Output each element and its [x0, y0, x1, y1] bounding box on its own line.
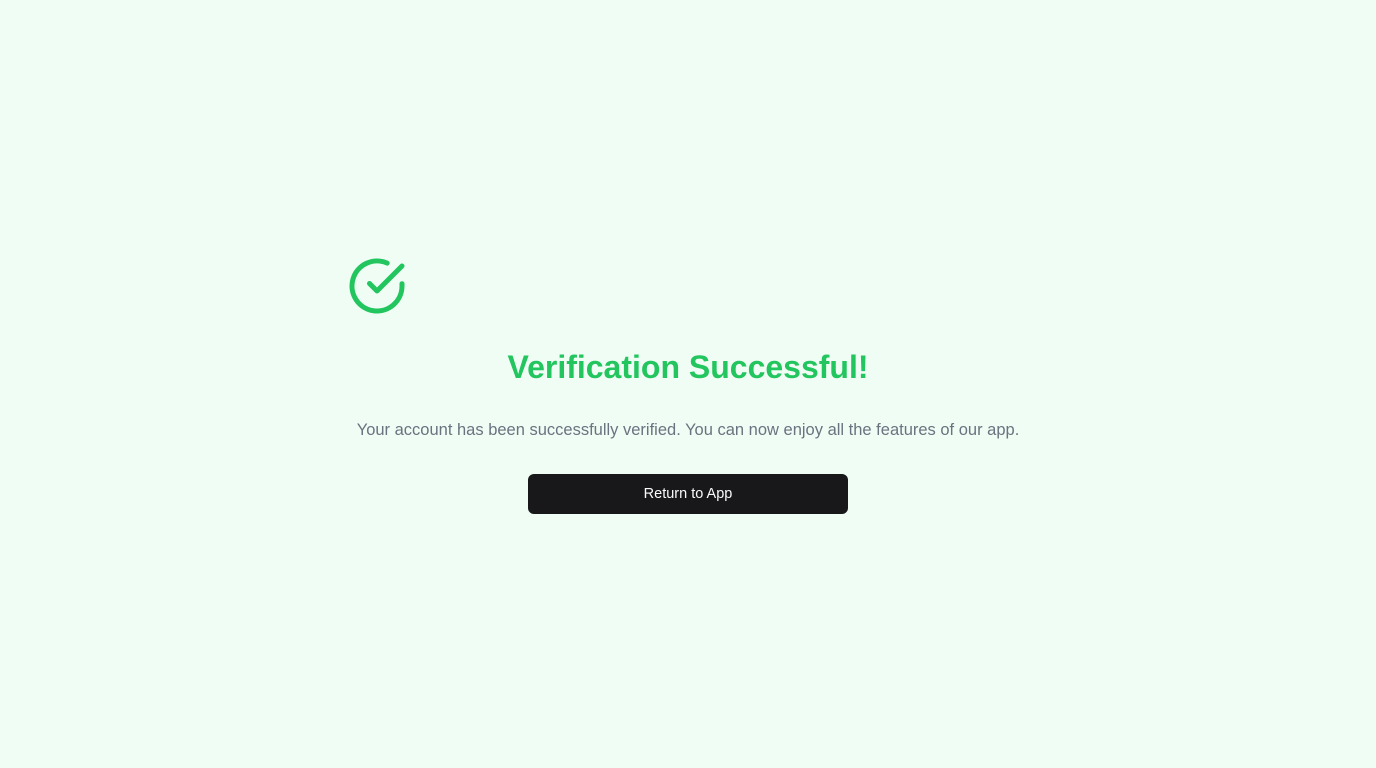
check-circle-icon: [349, 258, 405, 314]
status-message: Your account has been successfully verif…: [356, 421, 1020, 439]
page-title: Verification Successful!: [507, 349, 869, 385]
return-to-app-button[interactable]: Return to App: [528, 474, 848, 514]
